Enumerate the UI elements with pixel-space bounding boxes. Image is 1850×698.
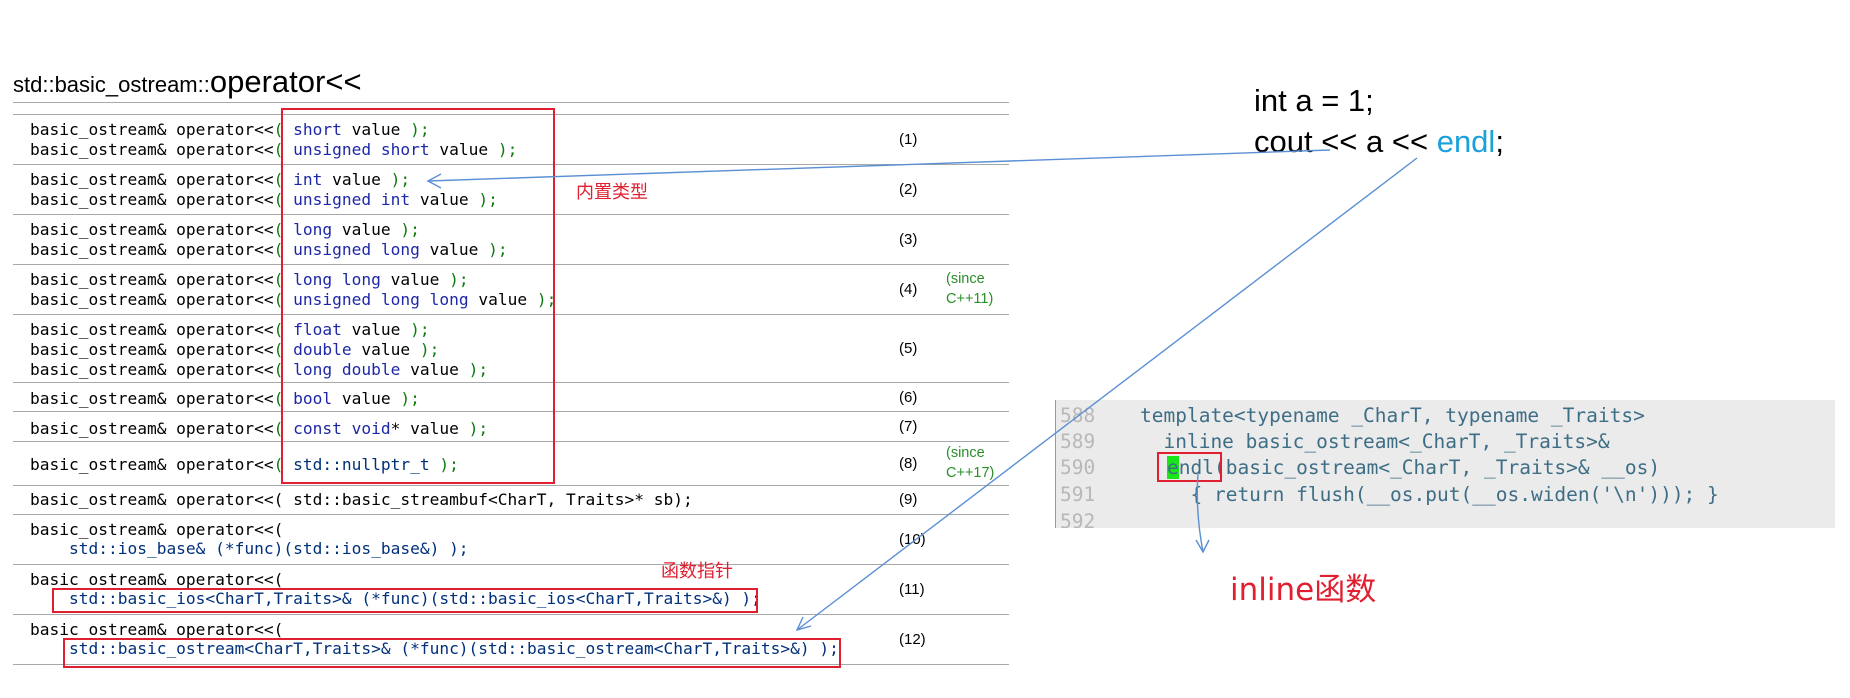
arrow-layer: [426, 149, 1418, 632]
arrow-to-ostream-func: [796, 157, 1418, 631]
arrow-to-inline: [1196, 473, 1204, 553]
arrow-to-int: [427, 149, 1331, 182]
